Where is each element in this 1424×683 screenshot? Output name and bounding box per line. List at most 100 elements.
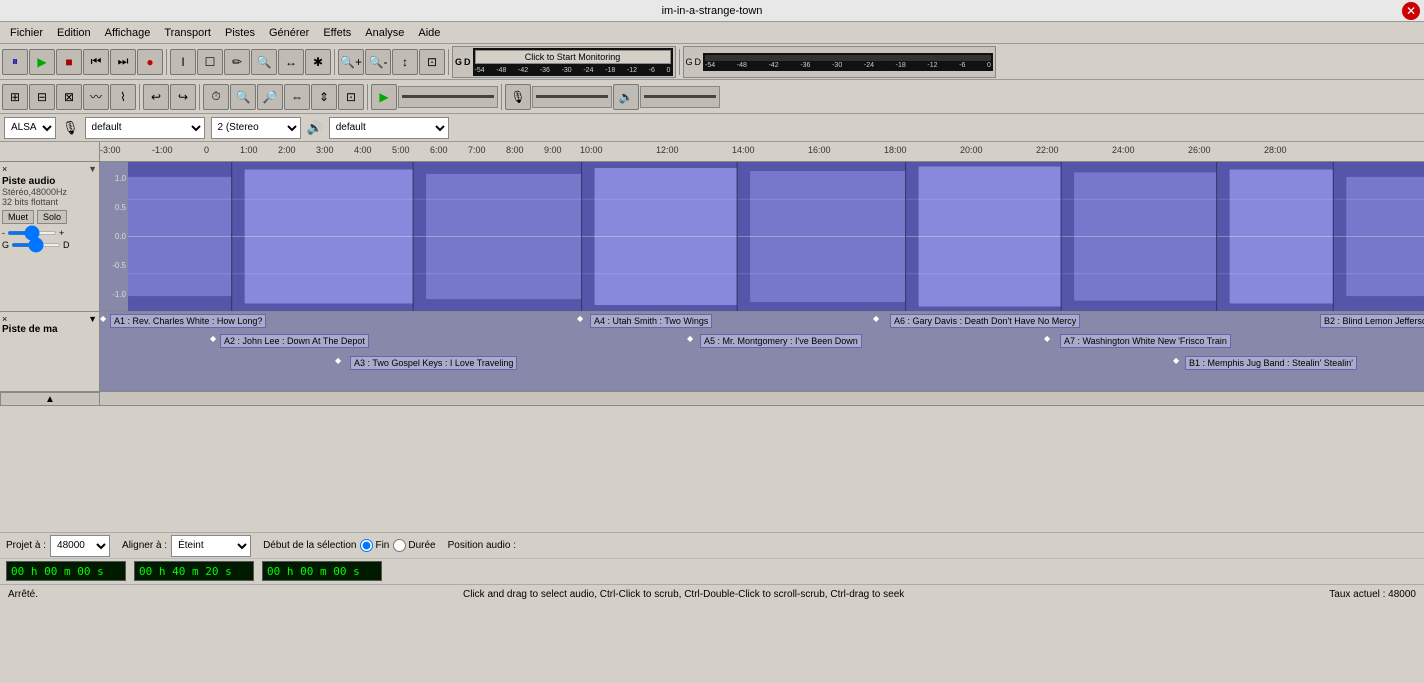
pan-slider[interactable] — [11, 243, 61, 247]
rewind-button[interactable]: ⏮ — [83, 49, 109, 75]
undo-btn[interactable]: ↩ — [143, 84, 169, 110]
pan-row: G D — [2, 240, 97, 250]
menu-fichier[interactable]: Fichier — [4, 25, 49, 41]
window-title: im-in-a-strange-town — [662, 5, 763, 17]
marker-a1[interactable]: A1 : Rev. Charles White : How Long? — [110, 314, 266, 328]
snap-btn[interactable]: ⊞ — [2, 84, 28, 110]
waveform-btn[interactable]: 〰 — [83, 84, 109, 110]
marker-track-close[interactable]: × — [2, 314, 7, 324]
audio-track-dropdown[interactable]: ▼ — [88, 164, 97, 174]
marker-a3[interactable]: A3 : Two Gospel Keys : I Love Traveling — [350, 356, 517, 370]
collapse-track-btn[interactable]: ▲ — [0, 392, 100, 406]
draw-tool[interactable]: ✏ — [224, 49, 250, 75]
menu-generer[interactable]: Générer — [263, 25, 315, 41]
sel-end-input[interactable] — [134, 561, 254, 581]
marker-b2[interactable]: B2 : Blind Lemon Jefferso — [1320, 314, 1424, 328]
playback-slider[interactable] — [398, 86, 498, 108]
waveform2-btn[interactable]: ⌇ — [110, 84, 136, 110]
play-button[interactable]: ▶ — [29, 49, 55, 75]
menu-effets[interactable]: Effets — [317, 25, 357, 41]
speaker-btn[interactable]: 🔊 — [613, 84, 639, 110]
audio-track-info2: 32 bits flottant — [2, 197, 97, 207]
output-device-select[interactable]: default — [329, 117, 449, 139]
audio-pos-input[interactable] — [262, 561, 382, 581]
cursor-tool[interactable]: I — [170, 49, 196, 75]
timeshift-tool[interactable]: ↔ — [278, 49, 304, 75]
align-label: Aligner à : — [122, 540, 167, 551]
marker-a2[interactable]: A2 : John Lee : Down At The Depot — [220, 334, 369, 348]
separator3 — [448, 49, 449, 75]
output-gain-slider[interactable] — [640, 86, 720, 108]
gain-slider[interactable] — [7, 231, 57, 235]
trim-btn[interactable]: ⊠ — [56, 84, 82, 110]
sel-start-input[interactable] — [6, 561, 126, 581]
snap2-btn[interactable]: ⊟ — [29, 84, 55, 110]
project-label: Projet à : — [6, 540, 46, 551]
marker-a7[interactable]: A7 : Washington White New 'Frisco Train — [1060, 334, 1231, 348]
menu-pistes[interactable]: Pistes — [219, 25, 261, 41]
marker-a4[interactable]: A4 : Utah Smith : Two Wings — [590, 314, 712, 328]
record-button[interactable]: ● — [137, 49, 163, 75]
tl-mark: -1:00 — [152, 145, 173, 155]
tl-mark: 0 — [204, 145, 209, 155]
marker-b1[interactable]: B1 : Memphis Jug Band : Stealin' Stealin… — [1185, 356, 1357, 370]
solo-button[interactable]: Solo — [37, 210, 67, 224]
menu-aide[interactable]: Aide — [412, 25, 446, 41]
driver-select[interactable]: ALSA — [4, 117, 56, 139]
zoom-tool[interactable]: ☐ — [197, 49, 223, 75]
gain-minus[interactable]: - — [2, 228, 5, 238]
menu-transport[interactable]: Transport — [158, 25, 217, 41]
input-device-select[interactable]: default — [85, 117, 205, 139]
horizontal-scrollbar[interactable] — [100, 392, 1424, 405]
marker-dot: ◆ — [100, 314, 106, 323]
channels-select[interactable]: 2 (Stereo — [211, 117, 301, 139]
multi-tool[interactable]: ✱ — [305, 49, 331, 75]
playback-start-btn[interactable]: ▶ — [371, 84, 397, 110]
sel-zoom-btn[interactable]: ⊡ — [338, 84, 364, 110]
fin-radio[interactable] — [360, 539, 373, 552]
waveform-scale: 1.00.50.0-0.5-1.0 — [100, 162, 128, 311]
tl-mark: 20:00 — [960, 145, 983, 155]
zoom-out-tool[interactable]: 🔍- — [365, 49, 391, 75]
fit-h-btn[interactable]: ⇔ — [284, 84, 310, 110]
align-select[interactable]: Éteint — [171, 535, 251, 557]
search-plus-btn[interactable]: 🔎 — [257, 84, 283, 110]
fin-label: Fin — [375, 540, 389, 551]
audio-track-close[interactable]: × — [2, 164, 7, 174]
output-scale: -54-48-42-36-30-24-18-12-60 — [705, 62, 991, 69]
mute-solo-row: Muet Solo — [2, 210, 97, 224]
marker-a6[interactable]: A6 : Gary Davis : Death Don't Have No Me… — [890, 314, 1080, 328]
separator — [166, 49, 167, 75]
tl-mark: 16:00 — [808, 145, 831, 155]
mute-button[interactable]: Muet — [2, 210, 34, 224]
marker-a5[interactable]: A5 : Mr. Montgomery : I've Been Down — [700, 334, 862, 348]
fastforward-button[interactable]: ⏭ — [110, 49, 136, 75]
timer-btn[interactable]: ⏱ — [203, 84, 229, 110]
waveform-svg — [128, 162, 1424, 311]
tl-mark: 8:00 — [506, 145, 524, 155]
menu-bar: Fichier Edition Affichage Transport Pist… — [0, 22, 1424, 44]
fit-v-btn[interactable]: ⇕ — [311, 84, 337, 110]
menu-analyse[interactable]: Analyse — [359, 25, 410, 41]
stop-button[interactable]: ■ — [56, 49, 82, 75]
pause-button[interactable]: ⏸ — [2, 49, 28, 75]
tl-mark: 10:00 — [580, 145, 603, 155]
zoom-in-btn[interactable]: 🔍 — [251, 49, 277, 75]
project-rate-select[interactable]: 48000 — [50, 535, 110, 557]
zoom-sel[interactable]: ⊡ — [419, 49, 445, 75]
fit-zoom[interactable]: ↕ — [392, 49, 418, 75]
mic-btn[interactable]: 🎙 — [505, 84, 531, 110]
marker-dropdown[interactable]: ▼ — [88, 314, 97, 324]
redo-btn[interactable]: ↪ — [170, 84, 196, 110]
start-monitoring-button[interactable]: Click to Start Monitoring — [475, 50, 671, 64]
zoom-in-tool[interactable]: 🔍+ — [338, 49, 364, 75]
duree-radio[interactable] — [393, 539, 406, 552]
toolbar-row-2: ⊞ ⊟ ⊠ 〰 ⌇ ↩ ↪ ⏱ 🔍 🔎 ⇔ ⇕ ⊡ ▶ 🎙 🔊 — [0, 80, 1424, 114]
input-gain-slider[interactable] — [532, 86, 612, 108]
close-button[interactable]: ✕ — [1402, 2, 1420, 20]
menu-edition[interactable]: Edition — [51, 25, 97, 41]
timeline-numbers: -3:00 -1:00 0 1:00 2:00 3:00 4:00 5:00 6… — [100, 142, 1424, 161]
audio-track-waveform[interactable]: 1.00.50.0-0.5-1.0 — [100, 162, 1424, 311]
menu-affichage[interactable]: Affichage — [99, 25, 157, 41]
search-minus-btn[interactable]: 🔍 — [230, 84, 256, 110]
